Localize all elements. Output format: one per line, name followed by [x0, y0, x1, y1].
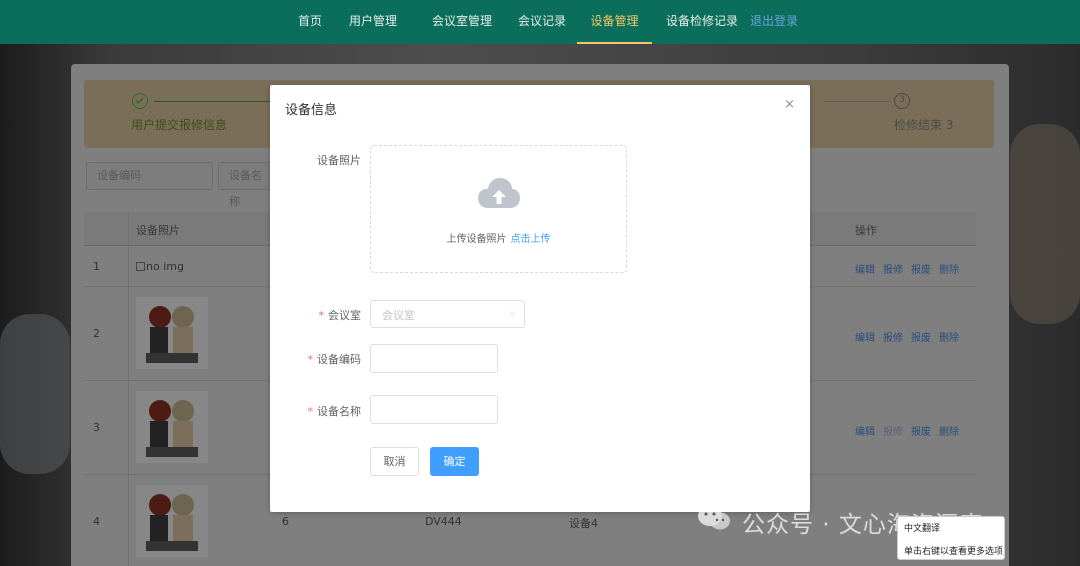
- nav-item-rooms[interactable]: 会议室管理: [432, 0, 492, 44]
- broken-image-alt: no img: [146, 260, 184, 273]
- device-thumbnail: [136, 297, 208, 369]
- step-3-circle: 3: [894, 93, 910, 109]
- device-thumbnail: [136, 391, 208, 463]
- step-3-label: 检修结束 3: [894, 118, 954, 132]
- nav-item-devices[interactable]: 设备管理: [577, 0, 652, 44]
- upload-cloud-icon: [478, 178, 520, 208]
- upload-link[interactable]: 点击上传: [511, 234, 551, 245]
- chevron-down-icon: ⌵: [508, 307, 516, 318]
- row-ops: 编辑 报修 报废 删除: [855, 329, 967, 344]
- photo-label: 设备照片: [317, 154, 361, 167]
- delete-link[interactable]: 删除: [939, 265, 959, 276]
- device-code-input[interactable]: [370, 344, 498, 373]
- confirm-button[interactable]: 确定: [430, 447, 479, 476]
- filter-name-input[interactable]: 设备名称: [218, 162, 273, 208]
- room-select-placeholder: 会议室: [382, 309, 415, 322]
- required-mark: *: [307, 405, 314, 418]
- col-photo: 设备照片: [136, 224, 180, 237]
- row-ops: 编辑 报修 报废 删除: [855, 261, 967, 276]
- filter-code-input[interactable]: 设备编码: [86, 162, 213, 190]
- edit-link[interactable]: 编辑: [855, 427, 875, 438]
- cancel-button[interactable]: 取消: [370, 447, 419, 476]
- broken-image: no img: [136, 260, 184, 273]
- close-icon[interactable]: ×: [784, 97, 795, 112]
- code-label-text: 设备编码: [317, 353, 361, 366]
- room-label: * 会议室: [281, 307, 362, 323]
- nav-item-home[interactable]: 首页: [298, 0, 322, 44]
- row-index: 2: [93, 327, 100, 340]
- check-icon: [132, 93, 148, 109]
- top-nav: 首页 用户管理 会议室管理 会议记录 设备管理 设备检修记录 退出登录: [0, 0, 1080, 44]
- row-ops: 编辑 报修 报废 删除: [855, 423, 967, 438]
- row-index: 4: [93, 515, 100, 528]
- context-menu-hint: 单击右键以查看更多选项: [904, 547, 1004, 557]
- edit-link[interactable]: 编辑: [855, 333, 875, 344]
- scrap-link[interactable]: 报废: [911, 333, 931, 344]
- room-cell: 6: [282, 515, 289, 528]
- repair-link[interactable]: 报修: [883, 427, 903, 438]
- device-info-dialog: 设备信息 × 设备照片 上传设备照片 点击上传 * 会议室 会议室 ⌵ * 设备编码 …: [270, 85, 810, 512]
- edit-link[interactable]: 编辑: [855, 265, 875, 276]
- code-cell: DV444: [425, 515, 462, 528]
- required-mark: *: [318, 309, 325, 322]
- step-line-3: [824, 101, 890, 102]
- nav-item-users[interactable]: 用户管理: [349, 0, 397, 44]
- device-thumbnail: [136, 485, 208, 557]
- repair-link[interactable]: 报修: [883, 333, 903, 344]
- repair-link[interactable]: 报修: [883, 265, 903, 276]
- delete-link[interactable]: 删除: [939, 427, 959, 438]
- code-label: * 设备编码: [281, 351, 362, 367]
- col-ops: 操作: [855, 224, 877, 237]
- scrap-link[interactable]: 报废: [911, 427, 931, 438]
- delete-link[interactable]: 删除: [939, 333, 959, 344]
- nav-item-meetings[interactable]: 会议记录: [518, 0, 566, 44]
- room-select[interactable]: 会议室 ⌵: [370, 300, 525, 328]
- context-menu: 中文翻译 单击右键以查看更多选项: [897, 516, 1005, 560]
- name-label-text: 设备名称: [317, 405, 361, 418]
- nav-item-logout[interactable]: 退出登录: [750, 0, 798, 44]
- name-cell: 设备4: [569, 517, 598, 530]
- scrap-link[interactable]: 报废: [911, 265, 931, 276]
- upload-hint: 上传设备照片 点击上传: [371, 230, 626, 245]
- room-label-text: 会议室: [328, 309, 361, 322]
- wechat-icon: [698, 506, 730, 530]
- device-name-input[interactable]: [370, 395, 498, 424]
- row-index: 3: [93, 421, 100, 434]
- upload-text: 上传设备照片: [446, 234, 507, 245]
- dialog-title: 设备信息: [285, 103, 338, 118]
- context-menu-translate[interactable]: 中文翻译: [904, 521, 940, 534]
- step-1-label: 用户提交报修信息: [131, 118, 228, 132]
- row-index: 1: [93, 260, 100, 273]
- required-mark: *: [307, 353, 314, 366]
- photo-upload-area[interactable]: 上传设备照片 点击上传: [370, 145, 627, 273]
- name-label: * 设备名称: [281, 403, 362, 419]
- step-line: [154, 101, 274, 102]
- broken-image-icon: [136, 262, 145, 271]
- nav-item-repairs[interactable]: 设备检修记录: [666, 0, 738, 44]
